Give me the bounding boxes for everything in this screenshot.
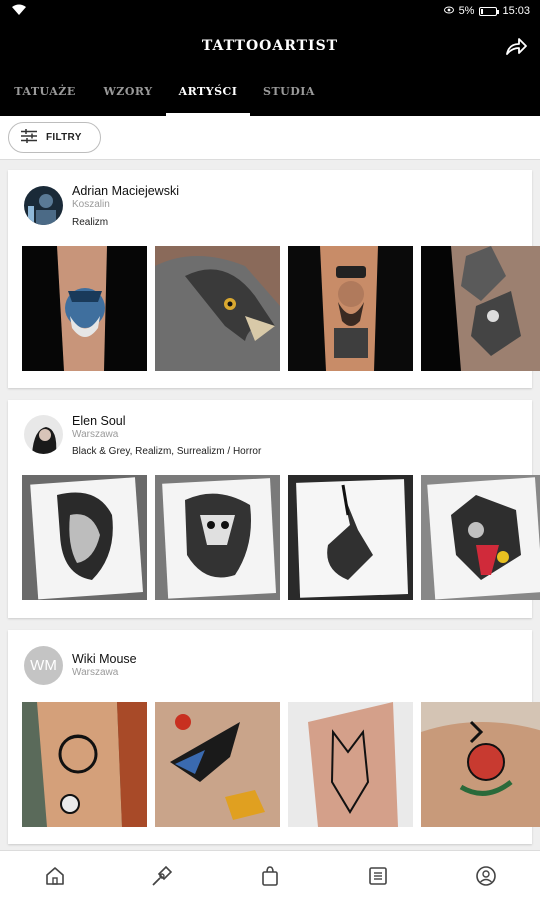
- artist-city: Koszalin: [72, 199, 110, 210]
- design-thumbnail[interactable]: [421, 475, 540, 600]
- artist-name: Adrian Maciejewski: [72, 184, 179, 198]
- nav-list[interactable]: [366, 864, 390, 888]
- design-thumbnail[interactable]: [155, 475, 280, 600]
- artist-city: Warszawa: [72, 667, 119, 678]
- artist-name: Elen Soul: [72, 414, 126, 428]
- filter-button[interactable]: FILTRY: [8, 122, 101, 153]
- artist-styles: Realizm: [72, 217, 109, 228]
- tab-wzory[interactable]: WZORY: [90, 70, 166, 116]
- tab-studia[interactable]: STUDIA: [250, 70, 328, 116]
- status-bar: 5% 15:03: [0, 0, 540, 24]
- nav-tattoo[interactable]: [150, 864, 174, 888]
- tab-bar: TATUAŻE WZORY ARTYŚCI STUDIA: [0, 70, 540, 116]
- artist-card[interactable]: Adrian Maciejewski Koszalin Realizm: [8, 170, 540, 388]
- tattoo-thumbnail[interactable]: [288, 246, 413, 371]
- bag-icon: [258, 866, 282, 892]
- eye-icon: [443, 5, 454, 17]
- design-thumbnail[interactable]: [22, 475, 147, 600]
- app-title: TATTOOARTIST: [201, 38, 339, 54]
- nav-profile[interactable]: [474, 864, 498, 888]
- avatar: [24, 415, 63, 454]
- sliders-icon: [21, 129, 37, 146]
- share-button[interactable]: [504, 36, 528, 58]
- tab-artysci[interactable]: ARTYŚCI: [166, 70, 250, 116]
- clock: 15:03: [502, 5, 530, 17]
- wifi-icon: [12, 4, 26, 19]
- list-icon: [366, 867, 390, 892]
- tab-tatuaze[interactable]: TATUAŻE: [0, 70, 90, 116]
- tattoo-thumbnail[interactable]: [155, 702, 280, 827]
- profile-icon: [474, 866, 498, 892]
- artist-card[interactable]: WM Wiki Mouse Warszawa: [8, 630, 540, 844]
- app-bar: TATTOOARTIST: [0, 24, 540, 70]
- home-icon: [43, 867, 67, 892]
- tattoo-thumbnail[interactable]: [22, 702, 147, 827]
- tattoo-thumbnail[interactable]: [155, 246, 280, 371]
- tattoo-machine-icon: [150, 865, 174, 892]
- artist-styles: Black & Grey, Realizm, Surrealizm / Horr…: [72, 446, 262, 457]
- filter-row: FILTRY: [0, 116, 540, 160]
- battery-icon: [479, 6, 500, 16]
- avatar: [24, 186, 63, 225]
- design-thumbnail[interactable]: [288, 475, 413, 600]
- artist-card[interactable]: Elen Soul Warszawa Black & Grey, Realizm…: [8, 400, 540, 618]
- artist-name: Wiki Mouse: [72, 652, 137, 666]
- tattoo-thumbnail[interactable]: [22, 246, 147, 371]
- nav-shop[interactable]: [258, 864, 282, 888]
- artist-city: Warszawa: [72, 429, 119, 440]
- tattoo-thumbnail[interactable]: [288, 702, 413, 827]
- bottom-nav: [0, 850, 540, 900]
- battery-percent: 5%: [458, 5, 475, 17]
- tattoo-thumbnail[interactable]: [421, 702, 540, 827]
- tattoo-thumbnail[interactable]: [421, 246, 540, 371]
- share-icon: [504, 38, 528, 62]
- avatar: WM: [24, 646, 63, 685]
- nav-home[interactable]: [43, 864, 67, 888]
- filter-label: FILTRY: [46, 132, 82, 143]
